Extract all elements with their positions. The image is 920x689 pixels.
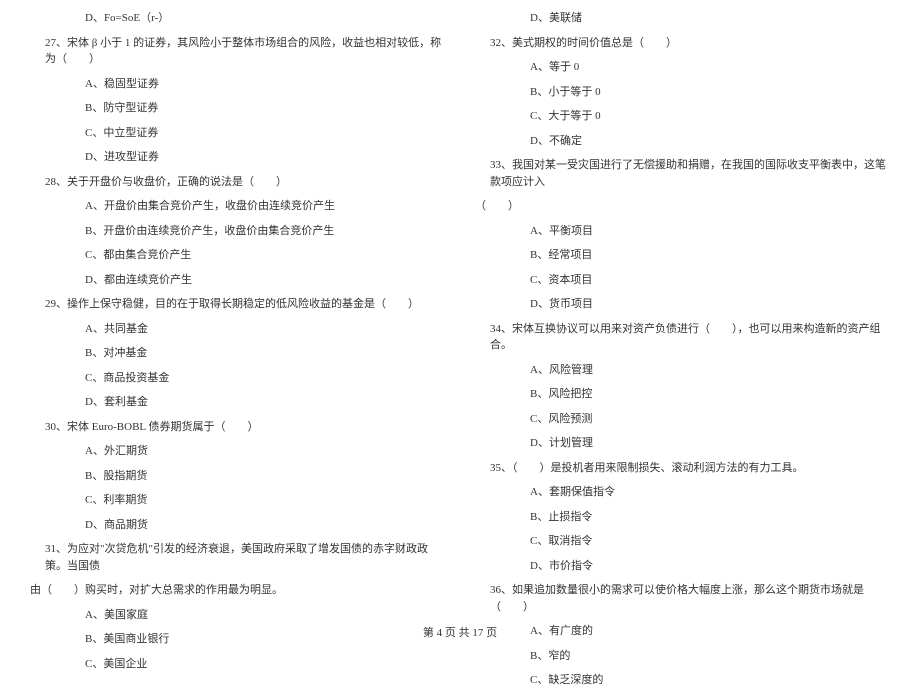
prev-q-option-d-right: D、美联储 bbox=[530, 10, 890, 27]
q36-option-c: C、缺乏深度的 bbox=[530, 672, 890, 689]
left-column: D、Fo=SoE（r-） 27、宋体 β 小于 1 的证券，其风险小于整体市场组… bbox=[30, 10, 445, 605]
q30-text: 宋体 Euro-BOBL 债券期货属于（ ） bbox=[67, 421, 258, 433]
q27-text: 宋体 β 小于 1 的证券，其风险小于整体市场组合的风险，收益也相对较低，称为（… bbox=[45, 37, 441, 66]
q30-num: 30、 bbox=[45, 421, 67, 433]
q27-option-d: D、进攻型证券 bbox=[85, 149, 445, 166]
q35-option-b: B、止损指令 bbox=[530, 509, 890, 526]
q28-num: 28、 bbox=[45, 176, 67, 188]
q33-stem-cont: （ ） bbox=[475, 198, 890, 215]
prev-q-option-d: D、Fo=SoE（r-） bbox=[85, 10, 445, 27]
q28-text: 关于开盘价与收盘价，正确的说法是（ ） bbox=[67, 176, 287, 188]
q32-text: 美式期权的时间价值总是（ ） bbox=[512, 37, 677, 49]
q34-text: 宋体互换协议可以用来对资产负债进行（ ），也可以用来构造新的资产组合。 bbox=[490, 323, 881, 352]
q30-stem: 30、宋体 Euro-BOBL 债券期货属于（ ） bbox=[45, 419, 445, 436]
q35-option-a: A、套期保值指令 bbox=[530, 484, 890, 501]
q33-option-a: A、平衡项目 bbox=[530, 223, 890, 240]
right-column: D、美联储 32、美式期权的时间价值总是（ ） A、等于 0 B、小于等于 0 … bbox=[475, 10, 890, 605]
q29-option-a: A、共同基金 bbox=[85, 321, 445, 338]
q28-option-c: C、都由集合竞价产生 bbox=[85, 247, 445, 264]
q34-option-c: C、风险预测 bbox=[530, 411, 890, 428]
q31-stem: 31、为应对"次贷危机"引发的经济衰退，美国政府采取了增发国债的赤字财政政策。当… bbox=[45, 541, 445, 574]
q27-option-a: A、稳固型证券 bbox=[85, 76, 445, 93]
q34-stem: 34、宋体互换协议可以用来对资产负债进行（ ），也可以用来构造新的资产组合。 bbox=[490, 321, 890, 354]
q30-option-c: C、利率期货 bbox=[85, 492, 445, 509]
q35-text: （ ）是投机者用来限制损失、滚动利润方法的有力工具。 bbox=[512, 462, 804, 474]
q27-num: 27、 bbox=[45, 37, 67, 49]
q32-option-d: D、不确定 bbox=[530, 133, 890, 150]
q29-num: 29、 bbox=[45, 298, 67, 310]
q31-option-c: C、美国企业 bbox=[85, 656, 445, 673]
q29-option-b: B、对冲基金 bbox=[85, 345, 445, 362]
q32-stem: 32、美式期权的时间价值总是（ ） bbox=[490, 35, 890, 52]
q32-num: 32、 bbox=[490, 37, 512, 49]
q33-text: 我国对某一受灾国进行了无偿援助和捐赠，在我国的国际收支平衡表中，这笔款项应计入 bbox=[490, 159, 886, 188]
q35-num: 35、 bbox=[490, 462, 512, 474]
q31-text: 为应对"次贷危机"引发的经济衰退，美国政府采取了增发国债的赤字财政政策。当国债 bbox=[45, 543, 428, 572]
q33-stem: 33、我国对某一受灾国进行了无偿援助和捐赠，在我国的国际收支平衡表中，这笔款项应… bbox=[490, 157, 890, 190]
q34-option-d: D、计划管理 bbox=[530, 435, 890, 452]
q27-option-c: C、中立型证券 bbox=[85, 125, 445, 142]
q32-option-b: B、小于等于 0 bbox=[530, 84, 890, 101]
q30-option-d: D、商品期货 bbox=[85, 517, 445, 534]
page-footer: 第 4 页 共 17 页 bbox=[0, 624, 920, 640]
q35-option-d: D、市价指令 bbox=[530, 558, 890, 575]
q36-num: 36、 bbox=[490, 584, 512, 596]
q29-stem: 29、操作上保守稳健，目的在于取得长期稳定的低风险收益的基金是（ ） bbox=[45, 296, 445, 313]
q27-stem: 27、宋体 β 小于 1 的证券，其风险小于整体市场组合的风险，收益也相对较低，… bbox=[45, 35, 445, 68]
q35-option-c: C、取消指令 bbox=[530, 533, 890, 550]
q28-option-a: A、开盘价由集合竞价产生，收盘价由连续竞价产生 bbox=[85, 198, 445, 215]
q27-option-b: B、防守型证券 bbox=[85, 100, 445, 117]
q33-num: 33、 bbox=[490, 159, 512, 171]
two-column-layout: D、Fo=SoE（r-） 27、宋体 β 小于 1 的证券，其风险小于整体市场组… bbox=[30, 10, 890, 605]
q36-text: 如果追加数量很小的需求可以使价格大幅度上涨，那么这个期货市场就是（ ） bbox=[490, 584, 864, 613]
q29-text: 操作上保守稳健，目的在于取得长期稳定的低风险收益的基金是（ ） bbox=[67, 298, 419, 310]
q32-option-c: C、大于等于 0 bbox=[530, 108, 890, 125]
q31-option-a: A、美国家庭 bbox=[85, 607, 445, 624]
q33-option-c: C、资本项目 bbox=[530, 272, 890, 289]
q28-option-b: B、开盘价由连续竞价产生，收盘价由集合竞价产生 bbox=[85, 223, 445, 240]
q33-option-d: D、货币项目 bbox=[530, 296, 890, 313]
q33-option-b: B、经常项目 bbox=[530, 247, 890, 264]
q29-option-c: C、商品投资基金 bbox=[85, 370, 445, 387]
q29-option-d: D、套利基金 bbox=[85, 394, 445, 411]
q28-option-d: D、都由连续竞价产生 bbox=[85, 272, 445, 289]
q34-num: 34、 bbox=[490, 323, 512, 335]
q32-option-a: A、等于 0 bbox=[530, 59, 890, 76]
q30-option-b: B、股指期货 bbox=[85, 468, 445, 485]
q34-option-a: A、风险管理 bbox=[530, 362, 890, 379]
q31-num: 31、 bbox=[45, 543, 67, 555]
q31-stem-cont: 由（ ）购买时，对扩大总需求的作用最为明显。 bbox=[30, 582, 445, 599]
q34-option-b: B、风险把控 bbox=[530, 386, 890, 403]
q35-stem: 35、（ ）是投机者用来限制损失、滚动利润方法的有力工具。 bbox=[490, 460, 890, 477]
q36-stem: 36、如果追加数量很小的需求可以使价格大幅度上涨，那么这个期货市场就是（ ） bbox=[490, 582, 890, 615]
q30-option-a: A、外汇期货 bbox=[85, 443, 445, 460]
q28-stem: 28、关于开盘价与收盘价，正确的说法是（ ） bbox=[45, 174, 445, 191]
